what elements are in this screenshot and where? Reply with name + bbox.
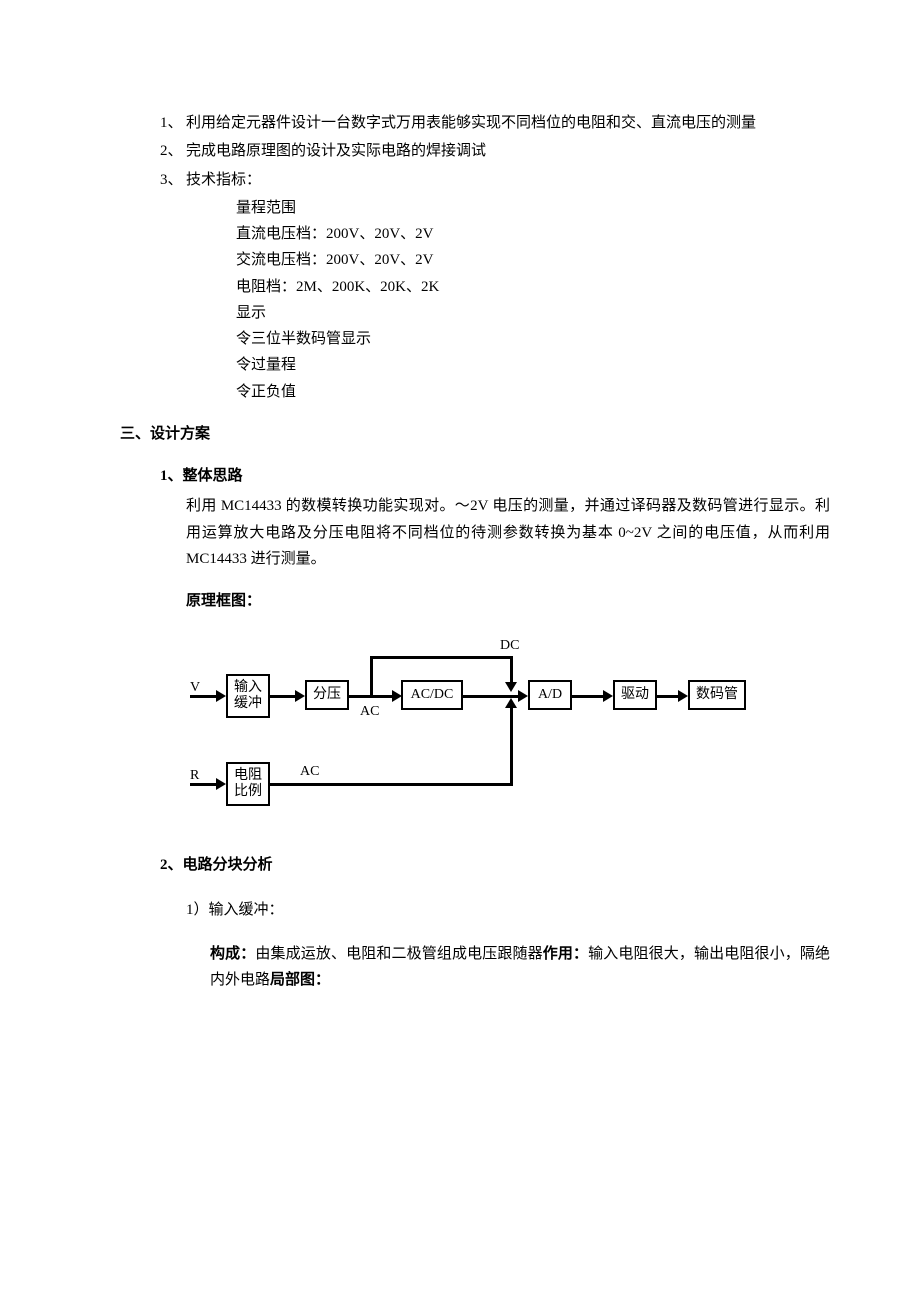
range-label: 量程范围 xyxy=(236,195,830,221)
sub-1-text: 利用 MC14433 的数模转换功能实现对。～2V 电压的测量，并通过译码器及数… xyxy=(90,493,830,572)
comp-label: 构成： xyxy=(210,946,255,962)
arrow xyxy=(270,695,298,698)
comp-text: 由集成运放、电阻和二极管组成电压跟随器 xyxy=(255,946,542,962)
marker: 2、 xyxy=(160,138,186,164)
arrowhead xyxy=(216,778,226,790)
marker: 3、 xyxy=(160,167,186,193)
arrow xyxy=(190,783,218,786)
box-input-buffer: 输入 缓冲 xyxy=(226,674,270,718)
arrowhead xyxy=(505,682,517,692)
spec-block: 量程范围 直流电压档：200V、20V、2V 交流电压档：200V、20V、2V… xyxy=(90,195,830,405)
arrow xyxy=(370,656,373,696)
content: 技术指标： xyxy=(186,167,830,193)
arrowhead xyxy=(678,690,688,702)
ac-label-1: AC xyxy=(360,700,379,725)
res-range: 电阻档：2M、200K、20K、2K xyxy=(236,274,830,300)
arrowhead xyxy=(505,698,517,708)
section-3-title: 三、设计方案 xyxy=(90,421,830,447)
req-item-3: 3、 技术指标： xyxy=(90,167,830,193)
sub-item-1: 1）输入缓冲： xyxy=(90,897,830,923)
arrowhead xyxy=(603,690,613,702)
diagram-title: 原理框图： xyxy=(90,588,830,614)
arrow xyxy=(370,656,513,659)
req-item-2: 2、 完成电路原理图的设计及实际电路的焊接调试 xyxy=(90,138,830,164)
req-item-1: 1、 利用给定元器件设计一台数字式万用表能够实现不同档位的电阻和交、直流电压的测… xyxy=(90,110,830,136)
arrowhead xyxy=(295,690,305,702)
ac-range: 交流电压档：200V、20V、2V xyxy=(236,247,830,273)
local-label: 局部图： xyxy=(270,972,330,988)
box-res-ratio: 电阻 比例 xyxy=(226,762,270,806)
arrow xyxy=(190,695,218,698)
marker: 1、 xyxy=(160,110,186,136)
box-acdc: AC/DC xyxy=(401,680,463,710)
dc-range: 直流电压档：200V、20V、2V xyxy=(236,221,830,247)
box-divide: 分压 xyxy=(305,680,349,710)
ac-label-2: AC xyxy=(300,760,319,785)
arrow xyxy=(572,695,606,698)
disp1: 令三位半数码管显示 xyxy=(236,326,830,352)
sub-1-title: 1、整体思路 xyxy=(90,463,830,489)
box-display: 数码管 xyxy=(688,680,746,710)
content: 完成电路原理图的设计及实际电路的焊接调试 xyxy=(186,138,830,164)
disp3: 令正负值 xyxy=(236,379,830,405)
func-label: 作用： xyxy=(543,946,588,962)
arrowhead xyxy=(216,690,226,702)
arrowhead xyxy=(518,690,528,702)
block-diagram: V 输入 缓冲 分压 AC DC AC/DC A/D 驱动 数码管 R 电阻 比… xyxy=(190,636,800,826)
disp2: 令过量程 xyxy=(236,352,830,378)
content: 利用给定元器件设计一台数字式万用表能够实现不同档位的电阻和交、直流电压的测量 xyxy=(186,110,830,136)
detail-text: 构成：由集成运放、电阻和二极管组成电压跟随器作用：输入电阻很大，输出电阻很小，隔… xyxy=(90,941,830,994)
dc-label: DC xyxy=(500,634,519,659)
disp-label: 显示 xyxy=(236,300,830,326)
arrow xyxy=(510,706,513,786)
box-drive: 驱动 xyxy=(613,680,657,710)
sub-2-title: 2、电路分块分析 xyxy=(90,852,830,878)
box-ad: A/D xyxy=(528,680,572,710)
